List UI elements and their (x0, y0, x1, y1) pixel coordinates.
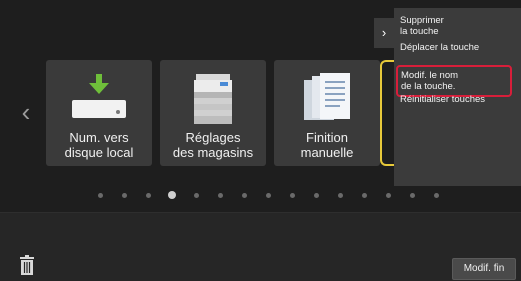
dot-mark (385, 192, 391, 198)
selected-tile-edge[interactable] (380, 60, 394, 166)
dot-mark (193, 192, 199, 198)
page-dot[interactable] (232, 189, 256, 201)
page-dot[interactable] (88, 189, 112, 201)
dot-mark (168, 191, 176, 199)
dot-mark (217, 192, 223, 198)
tile-label: Finition manuelle (300, 130, 354, 160)
download-to-disk-icon (46, 70, 152, 128)
page-dot[interactable] (256, 189, 280, 201)
page-dot[interactable] (184, 189, 208, 201)
tile-scan-to-local-drive[interactable]: Num. vers disque local (46, 60, 152, 166)
tile-manual-finishing[interactable]: Finition manuelle (274, 60, 380, 166)
page-dot[interactable] (376, 189, 400, 201)
dot-mark (265, 192, 271, 198)
menu-item-rename-key[interactable]: Modif. le nom de la touche. (396, 65, 512, 97)
screen: ‹ Num. vers disque local Réglages des ma… (0, 0, 521, 281)
dot-mark (313, 192, 319, 198)
menu-item-move-key[interactable]: Déplacer la touche (400, 42, 520, 53)
previous-page-chevron-icon[interactable]: ‹ (16, 98, 36, 126)
dot-mark (361, 192, 367, 198)
dot-mark (97, 192, 103, 198)
dot-mark (337, 192, 343, 198)
page-dot-active[interactable] (160, 189, 184, 201)
dot-mark (289, 192, 295, 198)
bottom-bar (0, 212, 521, 281)
page-dot[interactable] (400, 189, 424, 201)
page-indicator (88, 189, 448, 201)
context-menu: Supprimer la touche Déplacer la touche M… (394, 8, 521, 186)
menu-collapse-chevron-icon[interactable]: › (374, 18, 394, 48)
dot-mark (145, 192, 151, 198)
page-dot[interactable] (208, 189, 232, 201)
finish-edit-button[interactable]: Modif. fin (452, 258, 516, 280)
page-dot[interactable] (280, 189, 304, 201)
dot-mark (241, 192, 247, 198)
page-dot[interactable] (424, 189, 448, 201)
page-dot[interactable] (112, 189, 136, 201)
tile-tray-settings[interactable]: Réglages des magasins (160, 60, 266, 166)
dot-mark (433, 192, 439, 198)
documents-stack-icon (274, 70, 380, 128)
page-dot[interactable] (304, 189, 328, 201)
page-dot[interactable] (352, 189, 376, 201)
menu-item-delete-key[interactable]: Supprimer la touche (400, 15, 520, 37)
tile-label: Réglages des magasins (172, 130, 254, 160)
page-dot[interactable] (136, 189, 160, 201)
page-dot[interactable] (328, 189, 352, 201)
tile-label: Num. vers disque local (64, 130, 134, 160)
printer-icon (160, 70, 266, 128)
trash-icon[interactable] (18, 255, 36, 275)
dot-mark (121, 192, 127, 198)
menu-item-reset-keys[interactable]: Réinitialiser touches (400, 94, 520, 105)
dot-mark (409, 192, 415, 198)
